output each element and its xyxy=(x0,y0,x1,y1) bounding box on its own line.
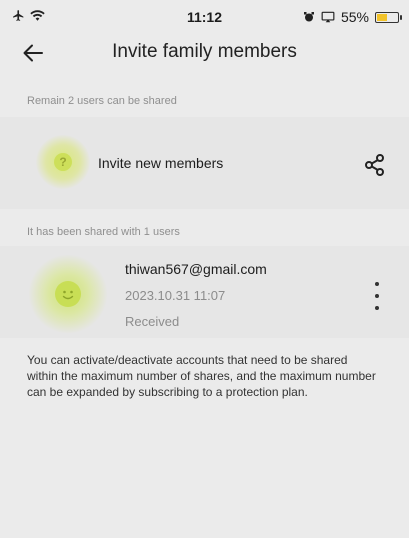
share-icon xyxy=(365,154,384,176)
invite-new-members-row[interactable]: ? Invite new members xyxy=(0,117,409,209)
shared-users-label: It has been shared with 1 users xyxy=(27,226,180,238)
invite-avatar: ? xyxy=(36,135,90,189)
nav-bar: Invite family members xyxy=(0,34,409,74)
invite-new-members-label: Invite new members xyxy=(98,155,224,171)
page-title: Invite family members xyxy=(112,41,297,62)
shared-timestamp: 2023.10.31 11:07 xyxy=(125,288,226,303)
battery-percent: 55% xyxy=(340,9,369,25)
smiley-icon xyxy=(55,281,81,307)
status-bar: 11:12 55% xyxy=(0,0,409,34)
user-email: thiwan567@gmail.com xyxy=(125,261,267,277)
shared-user-row[interactable]: thiwan567@gmail.com 2023.10.31 11:07 Rec… xyxy=(0,246,409,338)
more-options-button[interactable] xyxy=(369,282,385,310)
status-right-icons: 55% xyxy=(303,9,402,25)
battery-icon xyxy=(375,11,402,23)
remaining-shares-label: Remain 2 users can be shared xyxy=(27,95,177,107)
alarm-icon xyxy=(303,12,314,22)
avatar xyxy=(28,254,108,334)
more-vertical-icon xyxy=(375,282,379,310)
question-icon: ? xyxy=(54,153,72,171)
screen-mirror-icon xyxy=(321,11,335,23)
sharing-info-note: You can activate/deactivate accounts tha… xyxy=(27,353,376,399)
battery-level xyxy=(377,13,388,21)
status-badge: Received xyxy=(125,314,180,329)
share-button[interactable] xyxy=(363,153,387,177)
